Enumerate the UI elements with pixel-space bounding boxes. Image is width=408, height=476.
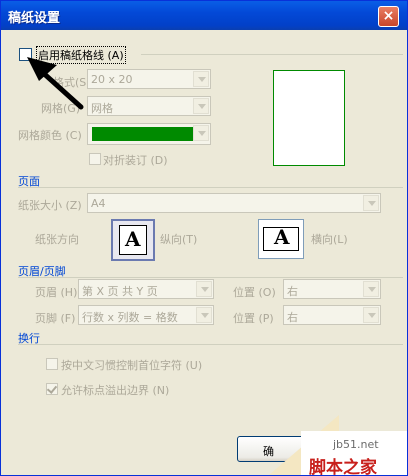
watermark-site: jb51.net — [333, 438, 379, 451]
watermark-name: 脚本之家 — [309, 458, 377, 476]
page-setup-dialog: 稿纸设置 × 启用稿纸格线 (A) 格式(S) 20 x 20 网格(G) 网格… — [0, 0, 408, 476]
annotation-arrow — [27, 57, 84, 110]
